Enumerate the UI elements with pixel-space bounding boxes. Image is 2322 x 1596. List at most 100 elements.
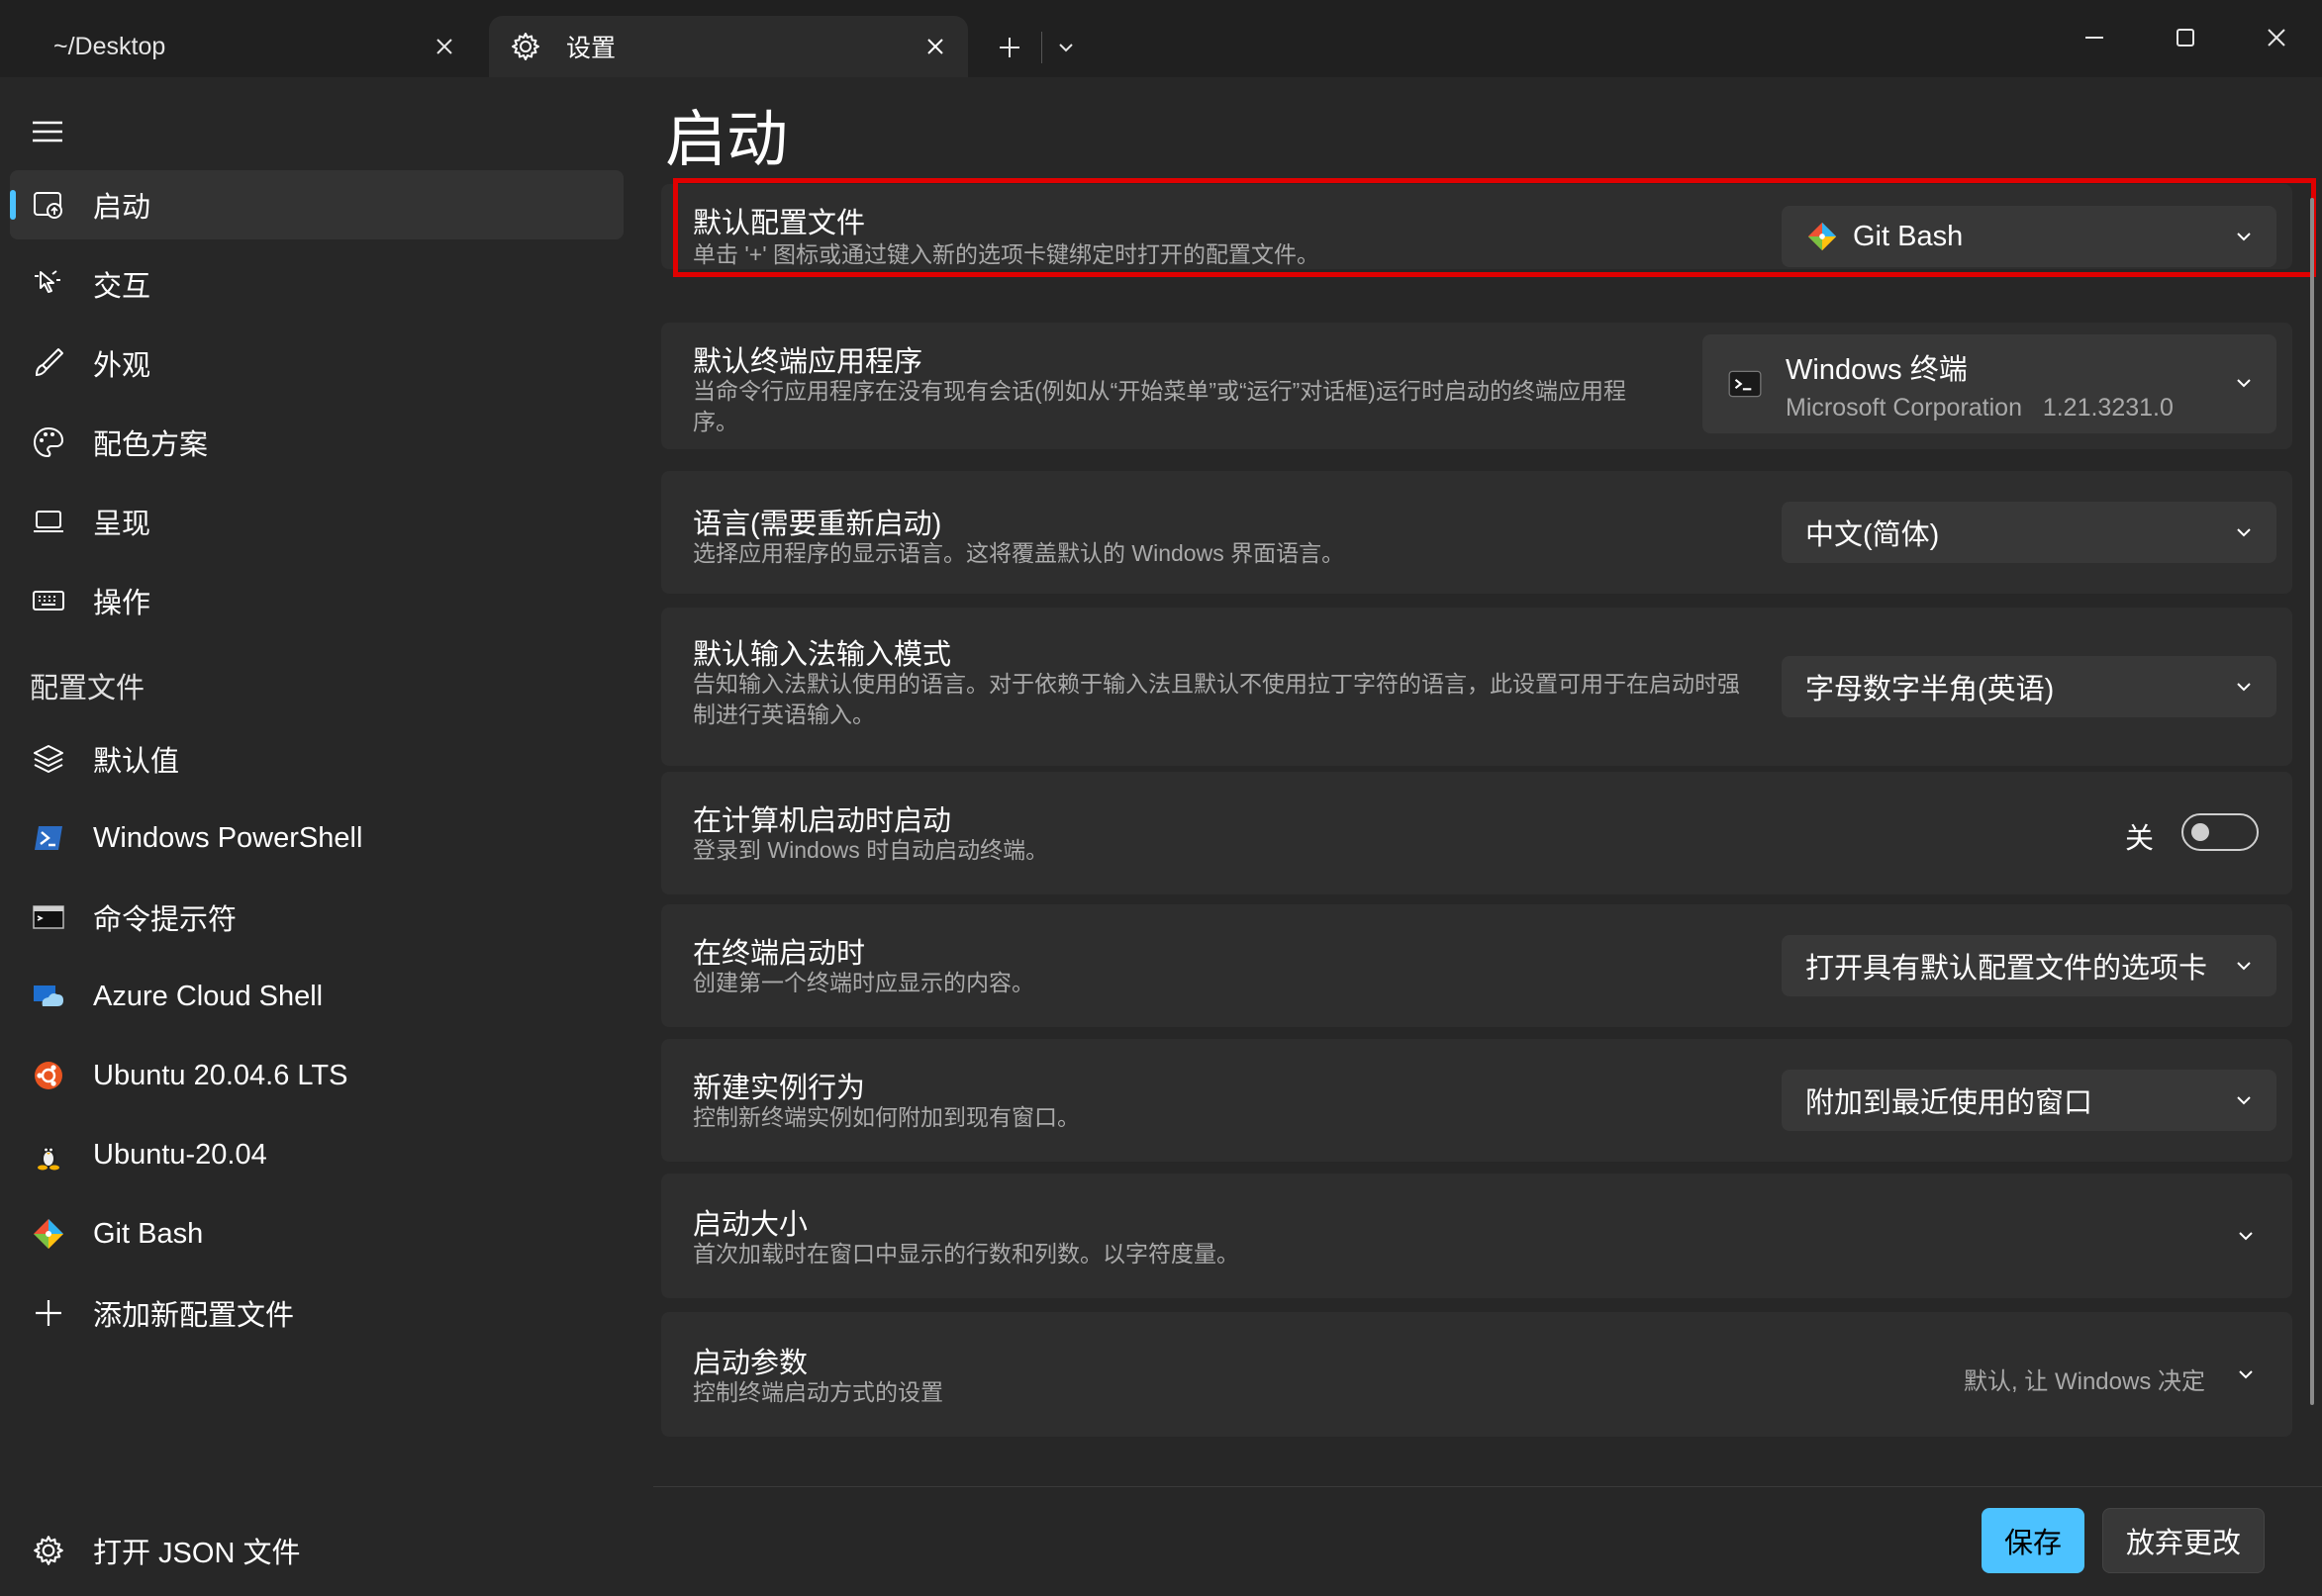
terminal-meta: Microsoft Corporation 1.21.3231.0: [1786, 394, 2174, 422]
chevron-down-icon: [2233, 955, 2255, 977]
dropdown-value: 附加到最近使用的窗口: [1805, 1087, 2093, 1119]
dropdown-value: 中文(简体): [1805, 519, 1940, 551]
setting-desc: 创建第一个终端时应显示的内容。: [693, 970, 1034, 995]
sidebar-item-label: 默认值: [93, 746, 180, 778]
tab-label: ~/Desktop: [53, 32, 166, 60]
hamburger-menu-icon[interactable]: [30, 117, 65, 146]
toggle-label: 关: [2124, 823, 2154, 855]
open-json-button[interactable]: 打开 JSON 文件: [10, 1516, 624, 1585]
setting-title: 启动大小: [693, 1209, 809, 1241]
setting-title: 新建实例行为: [693, 1073, 866, 1104]
default-terminal-dropdown[interactable]: Windows 终端 Microsoft Corporation 1.21.32…: [1702, 334, 2276, 433]
save-button[interactable]: 保存: [1982, 1508, 2084, 1573]
launch-parameters-value: 默认, 让 Windows 决定: [1963, 1368, 2205, 1395]
sidebar: 启动 交互 外观 配色方案 呈现 操作 配置文件 默认值 Windows Pow…: [0, 77, 653, 1595]
setting-desc: 登录到 Windows 时自动启动终端。: [693, 837, 1049, 863]
chevron-down-icon[interactable]: [2235, 1225, 2257, 1247]
on-launch-dropdown[interactable]: 打开具有默认配置文件的选项卡: [1782, 935, 2276, 996]
version: 1.21.3231.0: [2042, 393, 2174, 422]
cmd-icon: [30, 898, 67, 936]
minimize-button[interactable]: [2071, 16, 2118, 59]
sidebar-item-rendering[interactable]: 呈现: [10, 487, 624, 556]
sidebar-item-label: 配色方案: [93, 429, 209, 461]
setting-desc: 首次加载时在窗口中显示的行数和列数。以字符度量。: [693, 1241, 1239, 1267]
powershell-icon: [30, 819, 67, 857]
sidebar-item-powershell[interactable]: Windows PowerShell: [10, 803, 624, 873]
sidebar-item-label: Git Bash: [93, 1217, 204, 1250]
gear-icon: [30, 1532, 67, 1569]
sidebar-item-add-profile[interactable]: 添加新配置文件: [10, 1278, 624, 1348]
sidebar-item-cmd[interactable]: 命令提示符: [10, 883, 624, 952]
launch-on-startup-toggle[interactable]: [2181, 813, 2259, 851]
setting-launch-on-startup: 在计算机启动时启动 登录到 Windows 时自动启动终端。 关: [661, 772, 2292, 894]
sidebar-item-ubuntu-lts[interactable]: Ubuntu 20.04.6 LTS: [10, 1041, 624, 1110]
sidebar-item-launch[interactable]: 启动: [10, 170, 624, 239]
open-json-label: 打开 JSON 文件: [93, 1538, 301, 1569]
new-instance-dropdown[interactable]: 附加到最近使用的窗口: [1782, 1070, 2276, 1131]
window-close-button[interactable]: [2253, 16, 2300, 59]
sidebar-item-label: 命令提示符: [93, 904, 238, 936]
close-icon[interactable]: [430, 32, 459, 61]
gear-icon: [509, 30, 542, 63]
azure-icon: [30, 978, 67, 1015]
tab-desktop[interactable]: ~/Desktop: [12, 16, 477, 77]
sidebar-item-label: 添加新配置文件: [93, 1300, 295, 1332]
ime-mode-dropdown[interactable]: 字母数字半角(英语): [1782, 656, 2276, 717]
palette-icon: [30, 423, 67, 461]
chevron-down-icon: [2233, 1089, 2255, 1111]
sidebar-item-label: Ubuntu 20.04.6 LTS: [93, 1059, 348, 1091]
sidebar-item-color-schemes[interactable]: 配色方案: [10, 408, 624, 477]
chevron-down-icon: [2233, 521, 2255, 543]
terminal-info: Windows 终端 Microsoft Corporation 1.21.32…: [1786, 346, 2174, 422]
new-tab-button[interactable]: [990, 26, 1029, 69]
interaction-icon: [30, 265, 67, 303]
setting-launch-size[interactable]: 启动大小 首次加载时在窗口中显示的行数和列数。以字符度量。: [661, 1174, 2292, 1298]
sidebar-item-git-bash[interactable]: Git Bash: [10, 1199, 624, 1268]
sidebar-item-ubuntu[interactable]: Ubuntu-20.04: [10, 1120, 624, 1189]
chevron-down-icon: [2233, 372, 2255, 394]
setting-launch-parameters[interactable]: 启动参数 控制终端启动方式的设置 默认, 让 Windows 决定: [661, 1312, 2292, 1437]
maximize-button[interactable]: [2162, 16, 2209, 59]
layers-icon: [30, 740, 67, 778]
sidebar-item-label: 交互: [93, 271, 151, 303]
dropdown-value: 字母数字半角(英语): [1805, 674, 2055, 705]
setting-title: 在终端启动时: [693, 938, 866, 970]
highlight-box: [673, 178, 2316, 277]
setting-desc: 告知输入法默认使用的语言。对于依赖于输入法且默认不使用拉丁字符的语言，此设置可用…: [693, 671, 1740, 727]
publisher: Microsoft Corporation: [1786, 393, 2022, 422]
setting-new-instance: 新建实例行为 控制新终端实例如何附加到现有窗口。 附加到最近使用的窗口: [661, 1039, 2292, 1162]
language-dropdown[interactable]: 中文(简体): [1782, 502, 2276, 563]
sidebar-item-label: 外观: [93, 350, 151, 382]
launch-icon: [30, 186, 67, 224]
section-label-profiles: 配置文件: [30, 673, 145, 704]
sidebar-item-actions[interactable]: 操作: [10, 566, 624, 635]
sidebar-item-label: Ubuntu-20.04: [93, 1138, 267, 1171]
tab-settings[interactable]: 设置: [489, 16, 968, 77]
brush-icon: [30, 344, 67, 382]
setting-on-launch: 在终端启动时 创建第一个终端时应显示的内容。 打开具有默认配置文件的选项卡: [661, 904, 2292, 1027]
keyboard-icon: [30, 582, 67, 619]
setting-title: 语言(需要重新启动): [693, 509, 942, 540]
dropdown-value: 打开具有默认配置文件的选项卡: [1805, 953, 2208, 985]
scrollbar[interactable]: [2310, 198, 2314, 1405]
sidebar-item-azure[interactable]: Azure Cloud Shell: [10, 962, 624, 1031]
sidebar-item-label: Azure Cloud Shell: [93, 980, 324, 1012]
tab-dropdown-button[interactable]: [1049, 26, 1083, 69]
sidebar-item-interaction[interactable]: 交互: [10, 249, 624, 319]
setting-desc: 控制终端启动方式的设置: [693, 1379, 943, 1405]
setting-ime-mode: 默认输入法输入模式 告知输入法默认使用的语言。对于依赖于输入法且默认不使用拉丁字…: [661, 608, 2292, 766]
setting-title: 默认终端应用程序: [693, 346, 923, 378]
setting-default-terminal: 默认终端应用程序 当命令行应用程序在没有现有会话(例如从“开始菜单”或“运行”对…: [661, 323, 2292, 449]
discard-changes-button[interactable]: 放弃更改: [2102, 1508, 2265, 1573]
chevron-down-icon: [2233, 676, 2255, 698]
sidebar-item-label: 操作: [93, 588, 151, 619]
ubuntu-icon: [30, 1057, 67, 1094]
chevron-down-icon[interactable]: [2235, 1363, 2257, 1385]
setting-desc: 选择应用程序的显示语言。这将覆盖默认的 Windows 界面语言。: [693, 540, 1345, 566]
sidebar-item-defaults[interactable]: 默认值: [10, 724, 624, 794]
setting-desc: 控制新终端实例如何附加到现有窗口。: [693, 1104, 1080, 1130]
dropdown-value: Windows 终端: [1786, 353, 1968, 386]
page-title: 启动: [665, 106, 789, 174]
close-icon[interactable]: [920, 32, 950, 61]
sidebar-item-appearance[interactable]: 外观: [10, 329, 624, 398]
